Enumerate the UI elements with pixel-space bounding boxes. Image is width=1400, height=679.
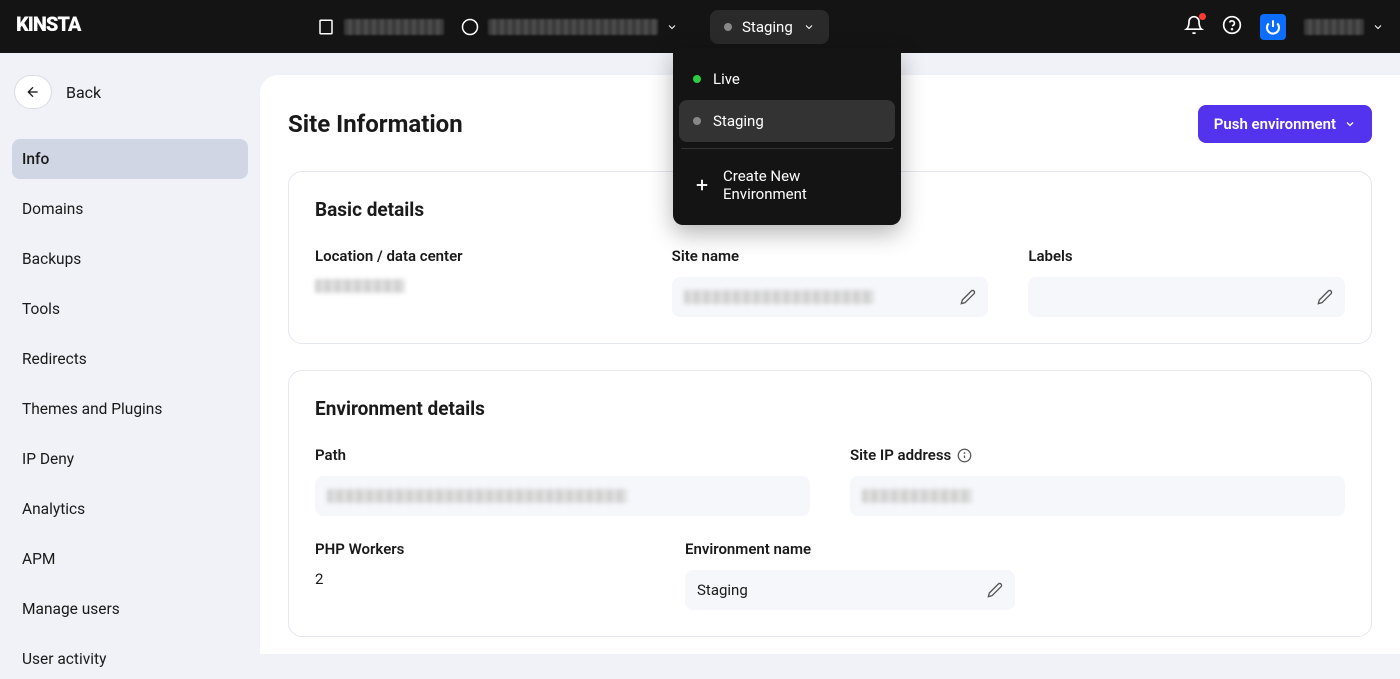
site-name-value-redacted (684, 290, 874, 304)
location-label: Location / data center (315, 247, 632, 265)
back-label: Back (66, 83, 101, 102)
env-name-field[interactable]: Staging (685, 570, 1015, 610)
php-workers-label: PHP Workers (315, 540, 645, 558)
back-button[interactable] (14, 75, 52, 109)
create-environment-button[interactable]: Create New Environment (679, 155, 895, 215)
labels-label: Labels (1028, 247, 1345, 265)
sidebar-item-label: APM (22, 550, 55, 568)
sidebar-item-label: Analytics (22, 500, 85, 518)
divider (681, 148, 893, 149)
environment-dropdown: Live Staging Create New Environment (673, 48, 901, 225)
company-name-redacted (344, 19, 444, 35)
site-ip-label: Site IP address (850, 446, 1345, 464)
page-title: Site Information (288, 110, 463, 138)
site-selector[interactable] (460, 17, 678, 37)
sidebar-item-apm[interactable]: APM (12, 539, 248, 579)
pencil-icon[interactable] (960, 289, 976, 305)
sidebar-item-tools[interactable]: Tools (12, 289, 248, 329)
site-name-field[interactable] (672, 277, 989, 317)
sidebar-item-user-activity[interactable]: User activity (12, 639, 248, 679)
sidebar-item-label: Redirects (22, 350, 87, 368)
wordpress-icon (460, 17, 480, 37)
sidebar-item-label: Themes and Plugins (22, 400, 162, 418)
help-button[interactable] (1222, 15, 1242, 39)
pencil-icon[interactable] (987, 582, 1003, 598)
status-dot-icon (724, 23, 732, 31)
user-menu[interactable] (1304, 19, 1384, 35)
sidebar-item-analytics[interactable]: Analytics (12, 489, 248, 529)
company-selector[interactable] (316, 17, 444, 37)
sidebar-item-label: User activity (22, 650, 106, 668)
env-name-label: Environment name (685, 540, 1015, 558)
building-icon (316, 17, 336, 37)
site-ip-label-text: Site IP address (850, 446, 951, 464)
card-title: Environment details (315, 397, 1345, 420)
env-option-staging[interactable]: Staging (679, 100, 895, 142)
location-value-redacted (315, 279, 405, 293)
sidebar: Back Info Domains Backups Tools Redirect… (0, 53, 260, 654)
env-option-label: Staging (713, 112, 764, 130)
sidebar-item-backups[interactable]: Backups (12, 239, 248, 279)
chevron-down-icon (1344, 118, 1356, 130)
svg-text:KINSTA: KINSTA (16, 13, 82, 35)
help-icon (1222, 15, 1242, 35)
top-header: KINSTA Staging (0, 0, 1400, 53)
arrow-left-icon (25, 84, 41, 100)
info-icon[interactable] (957, 448, 972, 463)
environment-selector-label: Staging (742, 18, 793, 36)
labels-field[interactable] (1028, 277, 1345, 317)
chevron-down-icon (1372, 21, 1384, 33)
env-option-label: Live (713, 70, 740, 88)
environment-selector[interactable]: Staging (710, 10, 829, 44)
power-icon (1265, 19, 1281, 35)
sidebar-item-info[interactable]: Info (12, 139, 248, 179)
sidebar-item-manage-users[interactable]: Manage users (12, 589, 248, 629)
path-label: Path (315, 446, 810, 464)
logo[interactable]: KINSTA (16, 13, 106, 41)
path-field (315, 476, 810, 516)
site-ip-value-redacted (862, 489, 972, 503)
sidebar-item-domains[interactable]: Domains (12, 189, 248, 229)
site-name-label: Site name (672, 247, 989, 265)
sidebar-item-label: Tools (22, 300, 60, 318)
push-environment-label: Push environment (1214, 115, 1336, 133)
php-workers-value: 2 (315, 570, 645, 588)
sidebar-item-redirects[interactable]: Redirects (12, 339, 248, 379)
avatar[interactable] (1260, 14, 1286, 40)
plus-icon (693, 176, 711, 194)
env-name-value: Staging (697, 581, 748, 599)
status-dot-icon (693, 117, 701, 125)
pencil-icon[interactable] (1317, 289, 1333, 305)
notification-indicator (1199, 13, 1206, 20)
chevron-down-icon (666, 21, 678, 33)
environment-details-card: Environment details Path Site IP address (288, 370, 1372, 637)
sidebar-item-ip-deny[interactable]: IP Deny (12, 439, 248, 479)
env-option-live[interactable]: Live (679, 58, 895, 100)
path-value-redacted (327, 489, 627, 503)
notifications-button[interactable] (1184, 15, 1204, 39)
status-dot-icon (693, 75, 701, 83)
sidebar-item-label: Info (22, 150, 49, 168)
sidebar-item-label: Backups (22, 250, 81, 268)
site-ip-field (850, 476, 1345, 516)
username-redacted (1304, 19, 1364, 35)
push-environment-button[interactable]: Push environment (1198, 105, 1372, 143)
sidebar-item-label: Domains (22, 200, 83, 218)
sidebar-item-themes-plugins[interactable]: Themes and Plugins (12, 389, 248, 429)
sidebar-item-label: IP Deny (22, 450, 74, 468)
create-environment-label: Create New Environment (723, 167, 881, 203)
sidebar-item-label: Manage users (22, 600, 120, 618)
site-name-redacted (488, 19, 658, 35)
chevron-down-icon (803, 21, 815, 33)
